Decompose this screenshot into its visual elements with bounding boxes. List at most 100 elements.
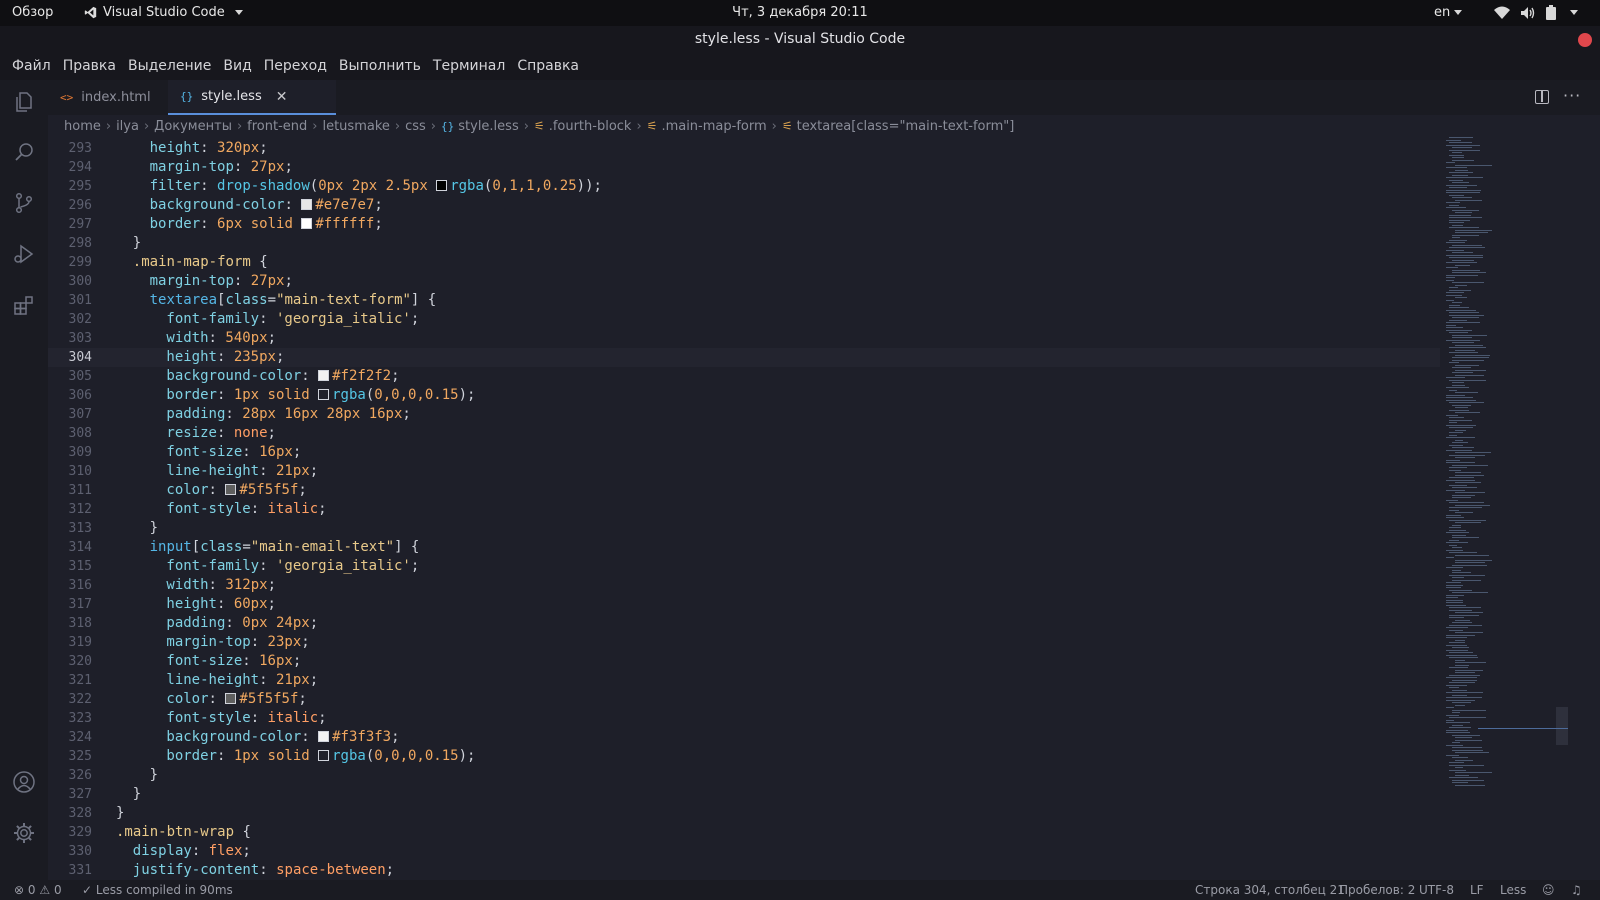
bell-icon[interactable]: ♫ [1571,883,1582,897]
system-tray[interactable] [1494,5,1578,20]
code-line[interactable]: 319 margin-top: 23px; [48,633,1440,652]
code-line[interactable]: 301 textarea[class="main-text-form"] { [48,291,1440,310]
code-line[interactable]: 326} [48,766,1440,785]
code-line[interactable]: 295 filter: drop-shadow(0px 2px 2.5px rgb… [48,177,1440,196]
code-line[interactable]: 309 font-size: 16px; [48,443,1440,462]
source-control-icon[interactable] [12,191,36,215]
code-editor[interactable]: 293 height: 320px; 294 margin-top: 27px; 295… [48,137,1440,879]
breadcrumb-symbol[interactable]: textarea[class="main-text-form"] [797,119,1015,134]
files-icon[interactable] [12,90,36,114]
tab-style-less[interactable]: {} style.less ✕ [168,80,336,115]
scrollbar-thumb[interactable] [1556,707,1568,745]
breadcrumb-folder[interactable]: letusmake [322,119,389,134]
minimap[interactable] [1440,137,1556,879]
code-line[interactable]: 315 font-family: 'georgia_italic'; [48,557,1440,576]
compile-status[interactable]: ✓ Less compiled in 90ms [82,883,233,897]
color-swatch[interactable] [225,693,237,704]
code-token: : [259,862,277,878]
menu-selection[interactable]: Выделение [122,54,217,80]
code-line[interactable]: 305 background-color: #f2f2f2; [48,367,1440,386]
code-line[interactable]: 311 color: #5f5f5f; [48,481,1440,500]
split-editor-icon[interactable] [1535,90,1549,104]
color-swatch[interactable] [436,180,448,191]
code-line[interactable]: 307 padding: 28px 16px 28px 16px; [48,405,1440,424]
code-line[interactable]: 293 height: 320px; [48,139,1440,158]
code-line[interactable]: 303 width: 540px; [48,329,1440,348]
menu-edit[interactable]: Правка [57,54,122,80]
code-line[interactable]: 318 padding: 0px 24px; [48,614,1440,633]
menu-go[interactable]: Переход [258,54,333,80]
code-line[interactable]: 298} [48,234,1440,253]
code-line[interactable]: 310 line-height: 21px; [48,462,1440,481]
run-debug-icon[interactable] [12,242,36,266]
breadcrumb-file[interactable]: style.less [458,119,518,134]
menu-terminal[interactable]: Терминал [427,54,511,80]
code-token: color [166,482,209,498]
vertical-scrollbar[interactable] [1556,137,1568,879]
settings-gear-icon[interactable] [12,821,36,845]
code-line[interactable]: 306 border: 1px solid rgba(0,0,0,0.15); [48,386,1440,405]
color-swatch[interactable] [318,750,330,761]
close-tab-icon[interactable]: ✕ [276,89,288,105]
code-line[interactable]: 330 display: flex; [48,842,1440,861]
account-icon[interactable] [12,770,36,794]
encoding[interactable]: UTF-8 [1419,883,1454,897]
activities-button[interactable]: Обзор [12,5,53,20]
code-line[interactable]: 314 input[class="main-email-text"] { [48,538,1440,557]
code-line[interactable]: 294 margin-top: 27px; [48,158,1440,177]
color-swatch[interactable] [318,389,330,400]
tab-index-html[interactable]: <> index.html [48,80,166,115]
code-line[interactable]: 323 font-style: italic; [48,709,1440,728]
cursor-position[interactable]: Строка 304, столбец 21 [1195,883,1345,897]
color-swatch[interactable] [318,370,330,381]
code-line[interactable]: 316 width: 312px; [48,576,1440,595]
code-line[interactable]: 320 font-size: 16px; [48,652,1440,671]
breadcrumb-folder[interactable]: front-end [247,119,307,134]
code-line[interactable]: 327} [48,785,1440,804]
code-line[interactable]: 329 .main-btn-wrap { [48,823,1440,842]
code-line[interactable]: 302 font-family: 'georgia_italic'; [48,310,1440,329]
code-line[interactable]: 299 .main-map-form { [48,253,1440,272]
app-menu[interactable]: Visual Studio Code [84,5,243,20]
breadcrumb-folder[interactable]: Документы [154,119,232,134]
code-line[interactable]: 317 height: 60px; [48,595,1440,614]
menu-run[interactable]: Выполнить [333,54,427,80]
color-swatch[interactable] [318,731,330,742]
breadcrumb-folder[interactable]: ilya [116,119,139,134]
code-line[interactable]: 304 height: 235px; [48,348,1440,367]
code-line[interactable]: 331 justify-content: space-between; [48,861,1440,879]
problems-indicator[interactable]: ⊗ 0 ⚠ 0 [14,883,62,897]
breadcrumb-symbol[interactable]: .fourth-block [549,119,632,134]
code-token: ; [374,197,383,213]
breadcrumb-folder[interactable]: home [64,119,101,134]
code-line[interactable]: 325 border: 1px solid rgba(0,0,0,0.15); [48,747,1440,766]
code-token: rgba [332,387,366,403]
end-of-line[interactable]: LF [1470,883,1484,897]
language-mode[interactable]: Less [1500,883,1526,897]
code-line[interactable]: 328} [48,804,1440,823]
close-window-button[interactable] [1578,33,1592,47]
more-actions-icon[interactable]: ··· [1563,86,1581,105]
code-line[interactable]: 297 border: 6px solid #ffffff; [48,215,1440,234]
feedback-icon[interactable]: ☺ [1542,883,1555,897]
code-line[interactable]: 324 background-color: #f3f3f3; [48,728,1440,747]
code-line[interactable]: 312 font-style: italic; [48,500,1440,519]
code-line[interactable]: 322 color: #5f5f5f; [48,690,1440,709]
color-swatch[interactable] [301,218,313,229]
code-line[interactable]: 313} [48,519,1440,538]
search-icon[interactable] [12,140,36,164]
code-line[interactable]: 321 line-height: 21px; [48,671,1440,690]
color-swatch[interactable] [225,484,237,495]
extensions-icon[interactable] [12,293,36,317]
code-line[interactable]: 300 margin-top: 27px; [48,272,1440,291]
menu-help[interactable]: Справка [511,54,585,80]
menu-view[interactable]: Вид [217,54,257,80]
color-swatch[interactable] [301,199,313,210]
breadcrumb-symbol[interactable]: .main-map-form [661,119,766,134]
code-line[interactable]: 308 resize: none; [48,424,1440,443]
code-line[interactable]: 296 background-color: #e7e7e7; [48,196,1440,215]
indentation[interactable]: Пробелов: 2 [1339,883,1415,897]
breadcrumb-folder[interactable]: css [405,119,426,134]
keyboard-language[interactable]: en [1434,5,1463,20]
menu-file[interactable]: Файл [6,54,57,80]
